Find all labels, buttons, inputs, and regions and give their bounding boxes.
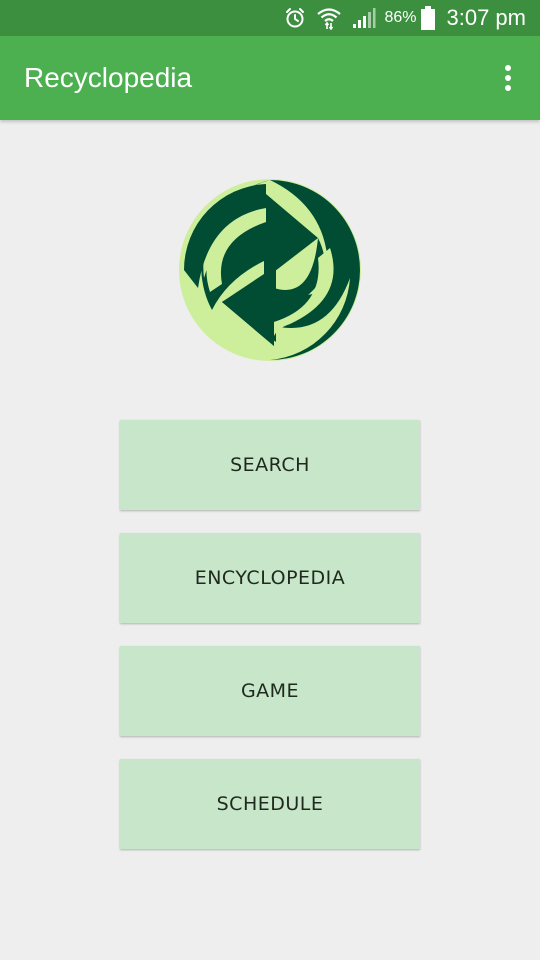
encyclopedia-button[interactable]: ENCYCLOPEDIA: [120, 533, 420, 623]
schedule-button[interactable]: SCHEDULE: [120, 759, 420, 849]
more-options-button[interactable]: [496, 58, 520, 98]
status-bar: 86% 3:07 pm: [0, 0, 540, 36]
app-bar: Recyclopedia: [0, 36, 540, 120]
more-vert-icon: [505, 65, 511, 71]
status-time: 3:07 pm: [446, 5, 527, 30]
alarm-icon: [284, 7, 306, 29]
battery-percentage: 86%: [384, 9, 417, 26]
battery-icon: [420, 6, 435, 30]
signal-icon: [352, 7, 376, 29]
wifi-icon: [316, 6, 342, 30]
app-title: Recyclopedia: [24, 62, 193, 93]
game-button[interactable]: GAME: [120, 646, 420, 736]
recycle-logo: [178, 178, 362, 362]
search-button[interactable]: SEARCH: [120, 420, 420, 510]
